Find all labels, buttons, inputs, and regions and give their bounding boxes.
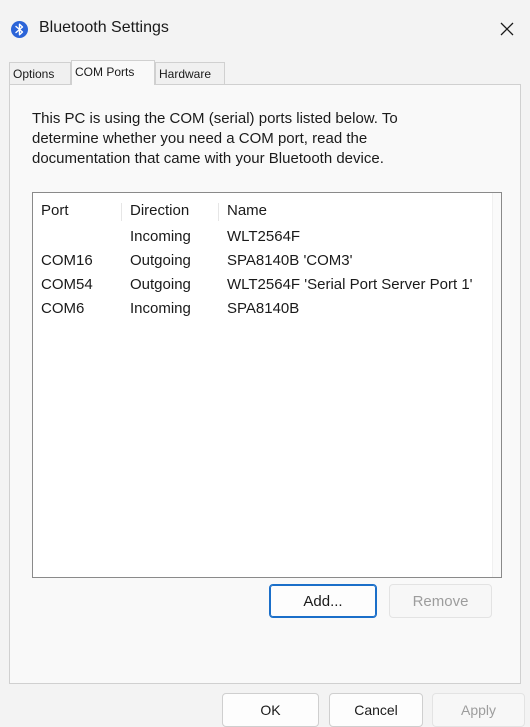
apply-button[interactable]: Apply (432, 693, 525, 727)
list-row[interactable]: COM6 Incoming SPA8140B (33, 297, 493, 321)
list-scrollbar[interactable] (492, 193, 501, 577)
direction-cell: Outgoing (130, 276, 191, 293)
port-cell: COM6 (41, 300, 85, 317)
list-row[interactable]: COM54 Outgoing WLT2564F 'Serial Port Ser… (33, 273, 493, 297)
description-line: documentation that came with your Blueto… (32, 150, 384, 167)
close-button[interactable] (492, 14, 522, 44)
column-divider[interactable] (218, 203, 219, 221)
port-cell: COM54 (41, 276, 93, 293)
list-row[interactable]: COM16 Outgoing SPA8140B 'COM3' (33, 249, 493, 273)
column-divider[interactable] (121, 203, 122, 221)
column-header-port[interactable]: Port (41, 199, 69, 223)
direction-cell: Incoming (130, 300, 191, 317)
ok-button[interactable]: OK (222, 693, 319, 727)
description-line: This PC is using the COM (serial) ports … (32, 110, 398, 127)
bluetooth-icon (11, 21, 28, 38)
close-icon (500, 22, 514, 36)
tab-hardware[interactable]: Hardware (155, 62, 225, 84)
list-header: Port Direction Name (33, 199, 493, 223)
com-port-list[interactable]: Port Direction Name Incoming WLT2564F CO… (32, 192, 502, 578)
description-line: determine whether you need a COM port, r… (32, 130, 368, 147)
tab-options[interactable]: Options (9, 62, 71, 84)
direction-cell: Incoming (130, 228, 191, 245)
cancel-button[interactable]: Cancel (329, 693, 423, 727)
tab-com-ports[interactable]: COM Ports (71, 60, 155, 85)
description-text: This PC is using the COM (serial) ports … (32, 109, 502, 169)
title-bar: Bluetooth Settings (0, 0, 530, 58)
name-cell: SPA8140B 'COM3' (227, 252, 353, 269)
port-cell: COM16 (41, 252, 93, 269)
remove-button[interactable]: Remove (389, 584, 492, 618)
column-header-direction[interactable]: Direction (130, 199, 189, 223)
name-cell: WLT2564F 'Serial Port Server Port 1' (227, 276, 473, 293)
com-ports-panel: This PC is using the COM (serial) ports … (9, 84, 521, 684)
add-button[interactable]: Add... (269, 584, 377, 618)
name-cell: WLT2564F (227, 228, 301, 245)
direction-cell: Outgoing (130, 252, 191, 269)
window-title: Bluetooth Settings (39, 19, 169, 36)
list-row[interactable]: Incoming WLT2564F (33, 225, 493, 249)
column-header-name[interactable]: Name (227, 199, 267, 223)
name-cell: SPA8140B (227, 300, 300, 317)
